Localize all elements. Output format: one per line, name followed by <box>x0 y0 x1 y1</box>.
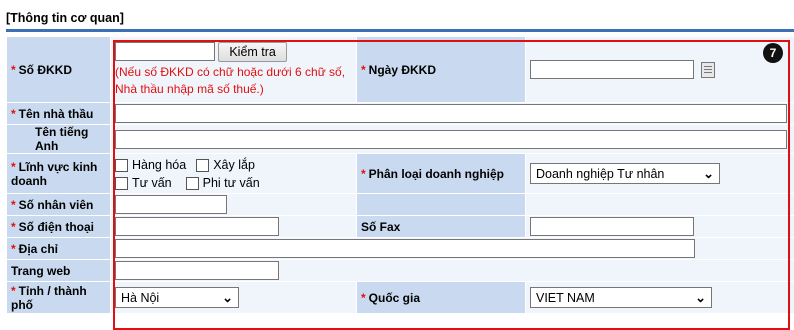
label-quoc-gia: *Quốc gia <box>357 282 526 314</box>
checkbox-xay-lap[interactable]: Xây lắp <box>196 156 255 174</box>
so-dkkd-note: (Nếu số ĐKKD có chữ hoặc dưới 6 chữ số, … <box>115 64 352 98</box>
so-fax-input[interactable] <box>530 217 694 236</box>
cell-so-nhan-vien <box>111 194 357 216</box>
checkbox-box[interactable] <box>186 177 199 190</box>
so-dkkd-input[interactable] <box>115 42 215 61</box>
label-ten-nha-thau: *Tên nhà thầu <box>7 103 111 125</box>
label-tinh-thanh-pho: *Tỉnh / thành phố <box>7 282 111 314</box>
label-so-dkkd: *Số ĐKKD <box>7 37 111 103</box>
cell-so-dien-thoai <box>111 216 357 238</box>
dia-chi-input[interactable] <box>115 239 695 258</box>
section-title: [Thông tin cơ quan] <box>6 11 124 25</box>
tinh-thanh-pho-select[interactable]: Hà Nội⌄ <box>115 287 239 308</box>
phan-loai-select[interactable]: Doanh nghiệp Tư nhân⌄ <box>530 163 720 184</box>
label-phan-loai: *Phân loại doanh nghiệp <box>357 154 526 194</box>
cell-so-dkkd: Kiểm tra (Nếu số ĐKKD có chữ hoặc dưới 6… <box>111 37 357 103</box>
checkbox-box[interactable] <box>196 159 209 172</box>
checkbox-box[interactable] <box>115 177 128 190</box>
cell-phan-loai: Doanh nghiệp Tư nhân⌄ <box>526 154 794 194</box>
ten-nha-thau-input[interactable] <box>115 104 787 123</box>
ngay-dkkd-input[interactable] <box>530 60 694 79</box>
quoc-gia-select[interactable]: VIET NAM⌄ <box>530 287 712 308</box>
label-dia-chi: *Địa chỉ <box>7 238 111 260</box>
label-so-dien-thoai: *Số điện thoại <box>7 216 111 238</box>
step-badge: 7 <box>763 43 783 63</box>
company-info-form: *Số ĐKKD Kiểm tra (Nếu số ĐKKD có chữ ho… <box>6 36 794 314</box>
cell-quoc-gia: VIET NAM⌄ <box>526 282 794 314</box>
check-button[interactable]: Kiểm tra <box>218 42 287 62</box>
cell-tinh-thanh-pho: Hà Nội⌄ <box>111 282 357 314</box>
so-nhan-vien-input[interactable] <box>115 195 227 214</box>
checkbox-phi-tu-van[interactable]: Phi tư vấn <box>186 174 260 192</box>
empty-label <box>357 194 526 216</box>
checkbox-hang-hoa[interactable]: Hàng hóa <box>115 156 186 174</box>
label-ngay-dkkd: *Ngày ĐKKD <box>357 37 526 103</box>
label-so-fax: Số Fax <box>357 216 526 238</box>
empty-value <box>526 194 794 216</box>
checkbox-box[interactable] <box>115 159 128 172</box>
cell-trang-web <box>111 260 794 282</box>
chevron-down-icon: ⌄ <box>703 166 714 182</box>
label-trang-web: Trang web <box>7 260 111 282</box>
cell-ngay-dkkd <box>526 37 794 103</box>
ten-tieng-anh-input[interactable] <box>115 130 787 149</box>
label-so-nhan-vien: *Số nhân viên <box>7 194 111 216</box>
chevron-down-icon: ⌄ <box>695 290 706 306</box>
title-rule <box>6 29 794 32</box>
so-dien-thoai-input[interactable] <box>115 217 279 236</box>
label-linh-vuc: *Lĩnh vực kinh doanh <box>7 154 111 194</box>
cell-so-fax <box>526 216 794 238</box>
label-ten-tieng-anh: Tên tiếng Anh <box>7 125 111 154</box>
trang-web-input[interactable] <box>115 261 279 280</box>
chevron-down-icon: ⌄ <box>222 290 233 306</box>
cell-ten-nha-thau <box>111 103 794 125</box>
cell-linh-vuc: Hàng hóa Xây lắp Tư vấn Phi tư vấn <box>111 154 357 194</box>
cell-ten-tieng-anh <box>111 125 794 154</box>
checkbox-tu-van[interactable]: Tư vấn <box>115 174 172 192</box>
cell-dia-chi <box>111 238 794 260</box>
calendar-icon[interactable] <box>701 62 715 78</box>
